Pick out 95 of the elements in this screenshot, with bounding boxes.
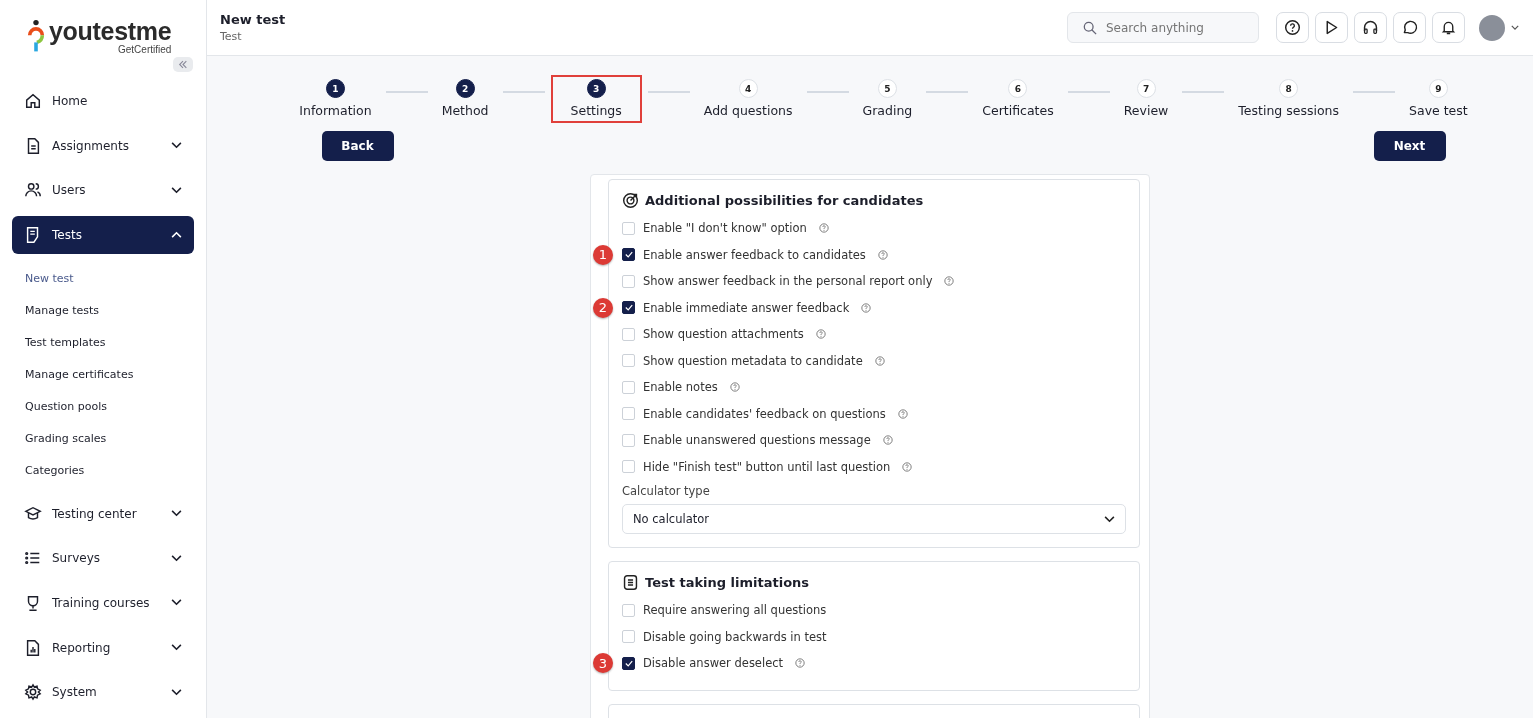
sidebar-subitem[interactable]: Question pools — [12, 390, 194, 423]
chevron-icon — [171, 231, 182, 239]
option-label: Require answering all questions — [643, 603, 827, 618]
sidebar-item[interactable]: Home — [12, 81, 194, 120]
double-chevron-icon — [178, 59, 188, 69]
sidebar-item[interactable]: Testing center — [12, 494, 194, 533]
wizard-step[interactable]: 1 Information — [291, 75, 380, 122]
logo-tagline: GetCertified — [118, 44, 172, 55]
help-icon[interactable] — [874, 355, 885, 366]
wizard-step[interactable]: 6 Certificates — [974, 75, 1062, 122]
step-marker: 3 — [593, 653, 613, 673]
chat-bubble-icon — [1401, 19, 1418, 36]
sidebar-subitem[interactable]: Test templates — [12, 326, 194, 359]
wizard-step[interactable]: 2 Method — [433, 75, 497, 122]
step-marker: 1 — [593, 244, 613, 265]
sidebar-item[interactable]: Assignments — [12, 126, 194, 165]
home-icon — [24, 91, 42, 110]
checkbox[interactable] — [622, 656, 635, 670]
chevron-icon — [171, 142, 182, 149]
wizard-step[interactable]: 4 Add questions — [695, 75, 801, 122]
play-button[interactable] — [1315, 12, 1348, 43]
target-icon — [622, 192, 639, 209]
help-icon[interactable] — [944, 276, 955, 287]
page-title: New test — [220, 12, 287, 27]
chevron-icon — [171, 186, 182, 194]
option-label: Enable candidates' feedback on questions — [643, 406, 886, 421]
wizard-step[interactable]: 9 Save test — [1401, 75, 1476, 122]
notifications-button[interactable] — [1432, 12, 1465, 43]
field-label: Calculator type — [622, 484, 711, 498]
help-button[interactable] — [1276, 12, 1309, 43]
option-label: Show answer feedback in the personal report only — [643, 274, 933, 289]
next-button[interactable]: Next — [1373, 131, 1446, 161]
checkbox[interactable] — [622, 248, 635, 262]
wizard-step[interactable]: 7 Review — [1115, 75, 1177, 122]
wizard-step[interactable]: 5 Grading — [854, 75, 921, 122]
sidebar-item[interactable]: Tests — [12, 215, 194, 254]
page-subtitle: Test — [220, 30, 243, 43]
back-button[interactable]: Back — [321, 131, 394, 161]
option-label: Enable "I don't know" option — [643, 221, 807, 236]
sidebar-item[interactable]: Users — [12, 171, 194, 210]
collapse-sidebar-button[interactable] — [173, 56, 193, 72]
sidebar-subitem[interactable]: Manage tests — [12, 294, 194, 327]
option-label: Enable notes — [643, 380, 718, 395]
chevron-icon — [1104, 515, 1115, 523]
sidebar-subitem[interactable]: Categories — [12, 454, 194, 487]
chat-button[interactable] — [1393, 12, 1426, 43]
chevron-icon[interactable] — [1511, 25, 1519, 30]
list-icon — [622, 574, 639, 591]
card-title: Test taking limitations — [645, 575, 810, 590]
option-label: Hide "Finish test" button until last question — [643, 459, 891, 474]
sidebar-item[interactable]: System — [12, 673, 194, 712]
calculator-dropdown[interactable]: No calculator — [622, 504, 1126, 534]
headphones-button[interactable] — [1354, 12, 1387, 43]
chevron-icon — [171, 554, 182, 562]
option-label: Enable immediate answer feedback — [643, 300, 850, 315]
checkbox[interactable] — [622, 301, 635, 315]
option-label: Disable answer deselect — [643, 656, 784, 671]
sidebar-subitem[interactable]: Manage certificates — [12, 358, 194, 391]
wizard-step[interactable]: 3 Settings — [550, 75, 642, 123]
sidebar-item[interactable]: Reporting — [12, 628, 194, 667]
search-icon — [1083, 21, 1097, 35]
help-icon[interactable] — [815, 329, 826, 340]
option-label: Disable going backwards in test — [643, 629, 827, 644]
card-title: Additional possibilities for candidates — [645, 193, 924, 208]
help-icon[interactable] — [882, 435, 893, 446]
sidebar-subitem[interactable]: Grading scales — [12, 422, 194, 455]
question-circle-icon — [1284, 19, 1301, 36]
chevron-icon — [171, 510, 182, 518]
help-icon[interactable] — [795, 658, 806, 669]
search-field[interactable]: Search anything — [1067, 12, 1259, 43]
step-marker: 2 — [593, 297, 613, 318]
chevron-icon — [171, 644, 182, 652]
help-icon[interactable] — [818, 223, 829, 234]
headphones-icon — [1362, 19, 1379, 36]
sidebar-item[interactable]: Training courses — [12, 583, 194, 622]
graduation-cap-icon — [24, 504, 42, 523]
chevron-icon — [171, 688, 182, 696]
help-icon[interactable] — [902, 461, 913, 472]
report-icon — [24, 638, 42, 657]
sidebar-subitem[interactable]: New test — [12, 262, 194, 295]
avatar[interactable] — [1479, 14, 1505, 41]
help-icon[interactable] — [877, 249, 888, 260]
help-icon[interactable] — [861, 302, 872, 313]
option-label: Enable answer feedback to candidates — [643, 247, 866, 262]
logo-wordmark: youtestme — [49, 18, 172, 44]
wizard-step[interactable]: 8 Testing sessions — [1230, 75, 1348, 122]
bell-icon — [1440, 19, 1457, 36]
help-icon[interactable] — [729, 382, 740, 393]
settings-icon — [24, 683, 42, 702]
option-label: Show question attachments — [643, 327, 804, 342]
sidebar-item[interactable]: Surveys — [12, 539, 194, 578]
help-icon[interactable] — [897, 408, 908, 419]
option-label: Enable unanswered questions message — [643, 433, 871, 448]
option-label: Show question metadata to candidate — [643, 353, 863, 368]
chevron-icon — [171, 599, 182, 607]
